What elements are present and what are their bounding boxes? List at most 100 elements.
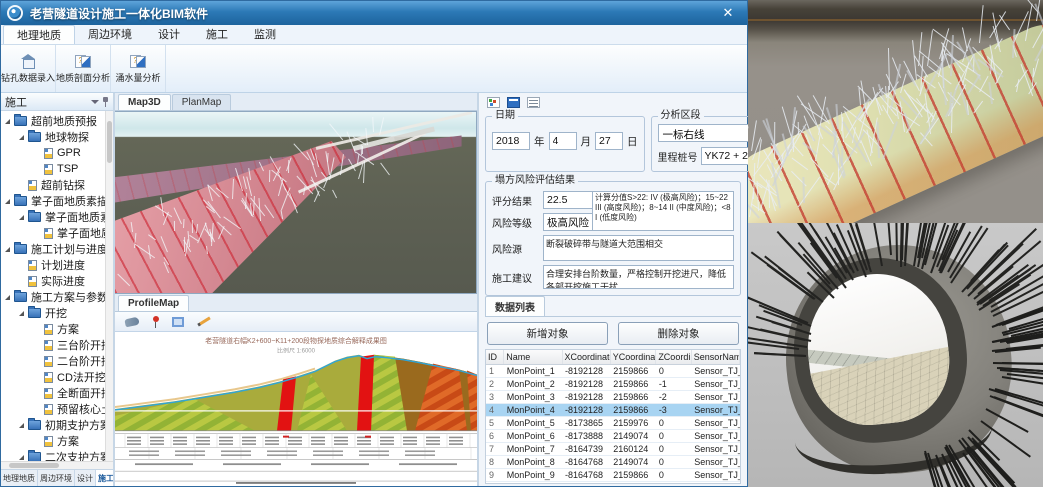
table-row[interactable]: 3 MonPoint_3 -8192128 2159866 -2 Sensor_… — [486, 390, 740, 404]
menu-item[interactable]: 设计 — [145, 25, 193, 44]
cell-sensor: Sensor_TJ_3 — [691, 390, 740, 404]
column-header[interactable]: Name — [503, 350, 563, 365]
cell-id: 8 — [486, 455, 504, 469]
bottom-tab[interactable]: 地理地质 — [1, 470, 38, 486]
table-row[interactable]: 8 MonPoint_8 -8164768 2149074 0 Sensor_T… — [486, 455, 740, 469]
tree-item[interactable]: 初期支护方案与参 — [1, 417, 113, 433]
table-row[interactable]: 1 MonPoint_1 -8192128 2159866 0 Sensor_T… — [486, 364, 740, 378]
table-row[interactable]: 4 MonPoint_4 -8192128 2159866 -3 Sensor_… — [486, 403, 740, 417]
menu-item[interactable]: 地理地质 — [3, 25, 75, 44]
menu-item[interactable]: 施工 — [193, 25, 241, 44]
expander-icon[interactable] — [5, 198, 10, 204]
expander-icon[interactable] — [19, 310, 24, 316]
tree-item[interactable]: 掌子面地质素描 — [1, 209, 113, 225]
toolbar-button[interactable]: 地质剖面分析 — [56, 45, 111, 92]
tree-vertical-scrollbar[interactable] — [105, 111, 113, 461]
table-row[interactable]: 6 MonPoint_6 -8173888 2149074 0 Sensor_T… — [486, 429, 740, 443]
cell-y: 2149074 — [610, 455, 656, 469]
tree-item[interactable]: 全断面开挖参数 — [1, 385, 113, 401]
embedded-window-icon[interactable] — [507, 97, 520, 108]
toolbar-button[interactable]: 钻孔数据录入 — [1, 45, 56, 92]
map-tab[interactable]: Map3D — [118, 94, 171, 110]
table-row[interactable]: 2 MonPoint_2 -8192128 2159866 -1 Sensor_… — [486, 377, 740, 391]
tree-item[interactable]: 施工计划与进度 — [1, 241, 113, 257]
bottom-tab[interactable]: 施工 — [96, 470, 113, 486]
bottom-tab[interactable]: 设计 — [75, 470, 96, 486]
auto-hide-pin-icon[interactable] — [102, 96, 109, 107]
ribbon-toolbar: 钻孔数据录入 地质剖面分析 涌水量分析 — [1, 45, 747, 93]
panel-bottom-tabs: 地理地质周边环境设计施工监测 — [1, 469, 113, 486]
add-object-button[interactable]: 新增对象 — [487, 322, 608, 345]
column-header[interactable]: ID — [486, 350, 505, 365]
tree-item[interactable]: 三台阶开挖参数 — [1, 337, 113, 353]
list-icon[interactable] — [527, 97, 540, 108]
table-row[interactable]: 5 MonPoint_5 -8173865 2159976 0 Sensor_T… — [486, 416, 740, 430]
tree-item[interactable]: 掌子面地质素描 — [1, 225, 113, 241]
expander-icon[interactable] — [19, 214, 24, 220]
map-tab[interactable]: PlanMap — [171, 94, 232, 110]
tree-item[interactable]: 二次支护方案与参 — [1, 449, 113, 461]
tree-item[interactable]: 方案 — [1, 433, 113, 449]
cell-y: 2149074 — [610, 429, 656, 443]
day-input[interactable] — [595, 132, 623, 150]
tree-item[interactable]: CD法开挖参数 — [1, 369, 113, 385]
toolbar-button[interactable]: 涌水量分析 — [111, 45, 166, 92]
expander-icon[interactable] — [5, 118, 10, 124]
bottom-tab[interactable]: 周边环境 — [38, 470, 75, 486]
cell-name: MonPoint_4 — [503, 403, 563, 417]
tree-node-icon — [28, 418, 41, 430]
delete-object-button[interactable]: 删除对象 — [618, 322, 739, 345]
cell-sensor: Sensor_TJ_6 — [691, 429, 740, 443]
tree-item-label: 实际进度 — [41, 276, 85, 288]
cell-z: -3 — [655, 403, 692, 417]
map3d-viewport[interactable] — [115, 111, 477, 294]
expander-icon[interactable] — [5, 246, 10, 252]
table-row[interactable]: 9 MonPoint_9 -8164768 2159866 0 Sensor_T… — [486, 468, 740, 482]
tree-item[interactable]: 实际进度 — [1, 273, 113, 289]
cell-z: 0 — [655, 429, 692, 443]
tree-item[interactable]: 二台阶开挖参数 — [1, 353, 113, 369]
toolbar-button-label: 地质剖面分析 — [56, 72, 111, 83]
advice-textarea[interactable]: 合理安排台阶数量，严格控制开挖进尺，降低各部开挖施工干扰 — [543, 265, 734, 289]
tree-item[interactable]: 计划进度 — [1, 257, 113, 273]
tree-item[interactable]: 地球物探 — [1, 129, 113, 145]
tree-node-icon — [44, 387, 53, 399]
expander-icon[interactable] — [19, 134, 24, 140]
tree-item[interactable]: GPR — [1, 145, 113, 161]
tree-item[interactable]: TSP — [1, 161, 113, 177]
year-input[interactable] — [492, 132, 530, 150]
tree-item[interactable]: 超前钻探 — [1, 177, 113, 193]
red-pin-icon[interactable] — [152, 315, 159, 328]
table-row[interactable]: 7 MonPoint_7 -8164739 2160124 0 Sensor_T… — [486, 442, 740, 456]
pencil-icon[interactable] — [197, 316, 211, 327]
tree-item[interactable]: 方案 — [1, 321, 113, 337]
tree-item[interactable]: 开挖 — [1, 305, 113, 321]
column-header[interactable]: XCoordinate — [562, 350, 611, 365]
tree-item[interactable]: 掌子面地质素描 — [1, 193, 113, 209]
rectangle-select-icon[interactable] — [172, 316, 184, 327]
tree-horizontal-scrollbar[interactable] — [1, 461, 113, 469]
close-button[interactable]: ✕ — [715, 2, 741, 24]
menu-item[interactable]: 监测 — [241, 25, 289, 44]
expander-icon[interactable] — [19, 454, 24, 460]
column-header[interactable]: YCoordinate — [610, 350, 657, 365]
tree-node-icon — [28, 179, 37, 191]
expander-icon[interactable] — [19, 422, 24, 428]
brush-icon[interactable] — [124, 316, 140, 327]
export-image-icon[interactable] — [487, 97, 500, 108]
data-list-tab[interactable]: 数据列表 — [485, 296, 545, 316]
tree-item[interactable]: 施工方案与参数 — [1, 289, 113, 305]
month-input[interactable] — [548, 132, 577, 150]
tree-item-label: TSP — [57, 163, 79, 175]
cell-x: -8164739 — [562, 442, 611, 456]
risk-source-textarea[interactable]: 断裂破碎带与隧道大范围相交 — [543, 235, 734, 261]
column-header[interactable]: SensorName — [691, 350, 740, 365]
chevron-down-icon[interactable] — [91, 99, 99, 104]
tree-item[interactable]: 预留核心土法开挖 — [1, 401, 113, 417]
menu-item[interactable]: 周边环境 — [75, 25, 145, 44]
profile-tab[interactable]: ProfileMap — [118, 295, 190, 311]
column-header[interactable]: ZCoordinate — [655, 350, 692, 365]
tree-item[interactable]: 超前地质预报 — [1, 113, 113, 129]
cell-name: MonPoint_7 — [503, 442, 563, 456]
expander-icon[interactable] — [5, 294, 10, 300]
